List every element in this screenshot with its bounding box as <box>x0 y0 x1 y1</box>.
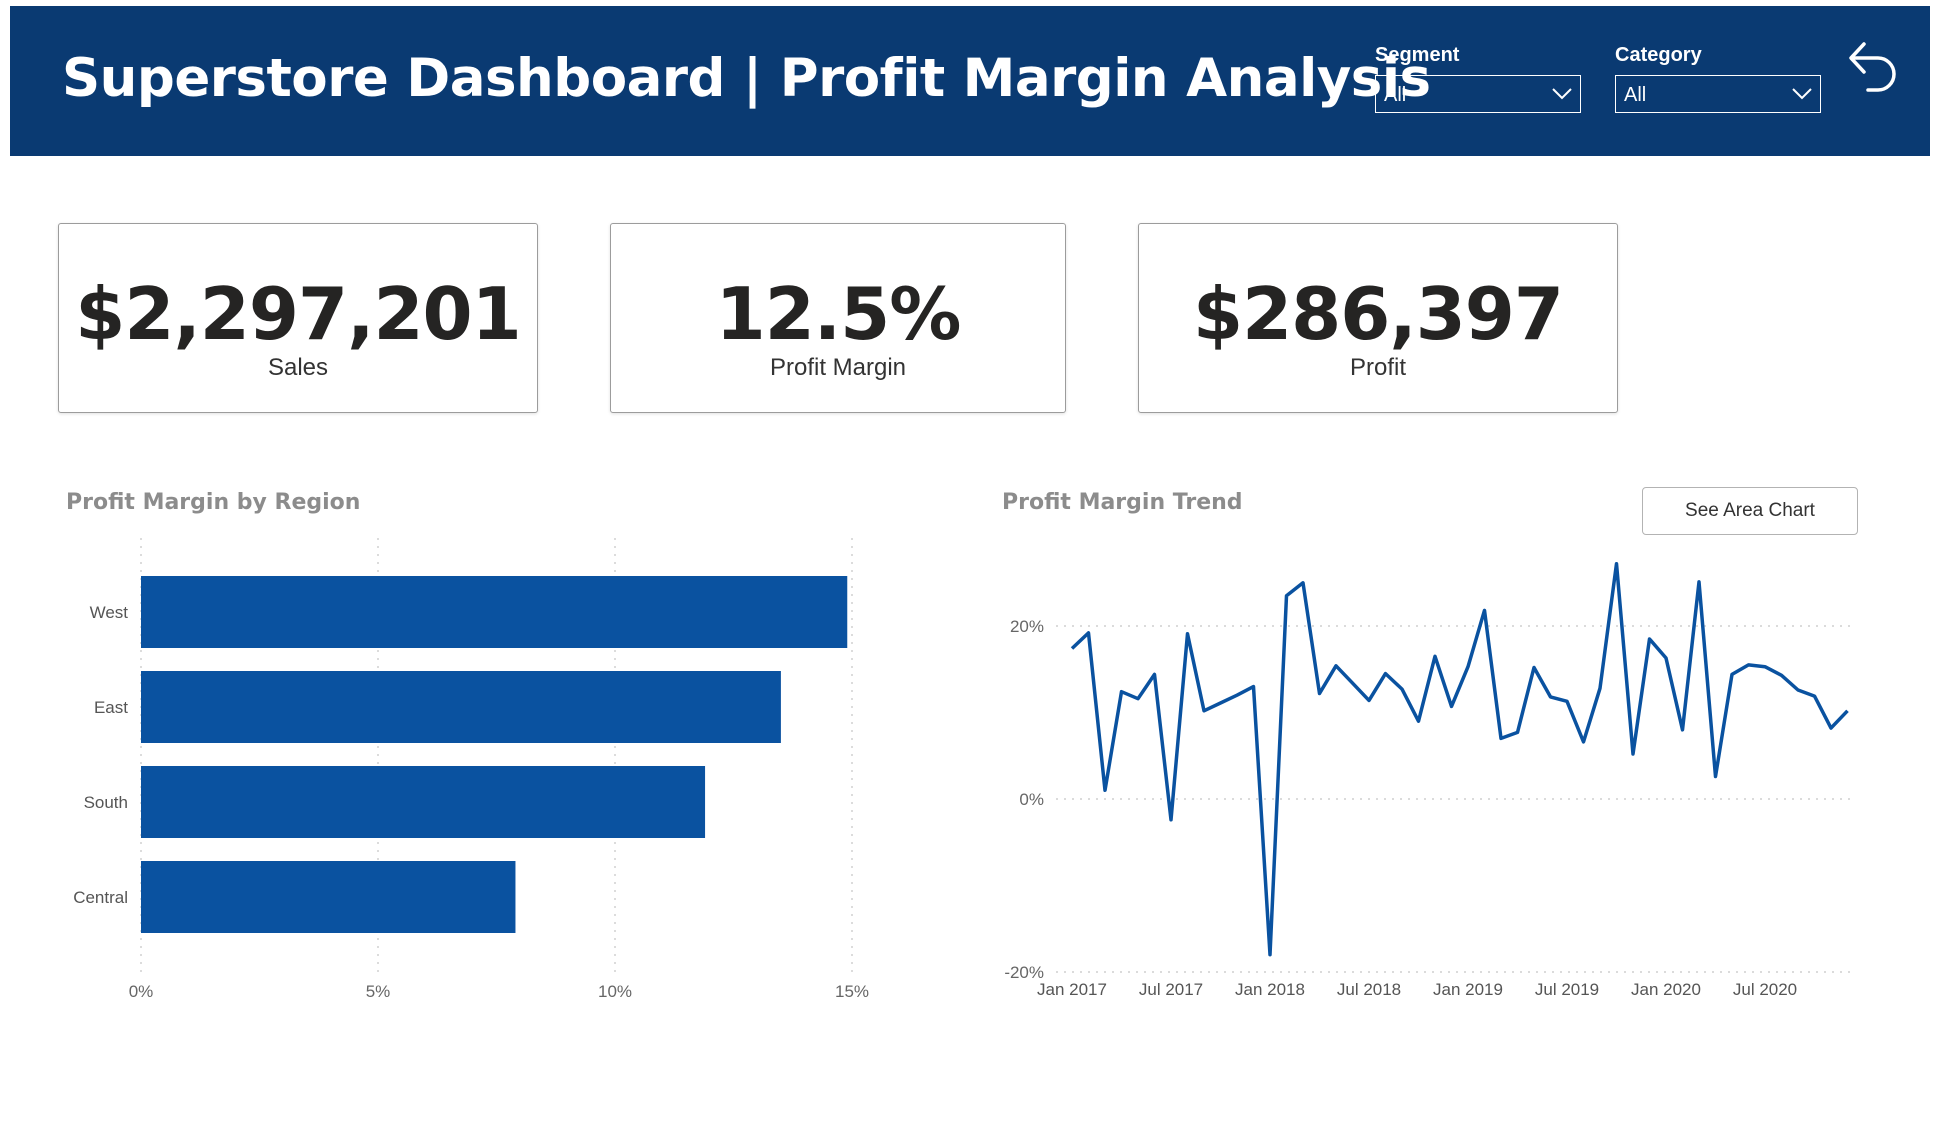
x-tick-label: 5% <box>366 982 391 1001</box>
trend-line-chart: 20%0%-20%Jan 2017 Jul 2017 Jan 2018 Jul 201… <box>1004 561 1856 999</box>
y-tick-label: 0% <box>1019 790 1044 809</box>
profit-margin-series-line <box>1070 561 1849 957</box>
x-tick-label: 0% <box>129 982 154 1001</box>
category-label: West <box>90 603 129 622</box>
category-label: East <box>94 698 128 717</box>
chevron-down-icon <box>1552 88 1572 100</box>
category-label: Central <box>73 888 128 907</box>
region-bar-chart: 0% 5% 10% 15% West East South Central <box>73 538 869 1001</box>
x-tick-label: Jul 2018 <box>1337 980 1401 999</box>
profit-margin-label: Profit Margin <box>769 354 907 381</box>
bar-west <box>141 576 848 648</box>
back-arrow-icon[interactable] <box>1846 36 1900 100</box>
profit-margin-value: 12.5% <box>715 272 962 356</box>
y-tick-label: 20% <box>1010 617 1044 636</box>
x-tick-label: Jul 2020 <box>1733 980 1797 999</box>
x-tick-label: Jan 2020 <box>1631 980 1701 999</box>
see-area-chart-button[interactable]: See Area Chart <box>1642 487 1858 535</box>
segment-dropdown[interactable]: All <box>1375 75 1581 113</box>
profit-value: $286,397 <box>1192 272 1564 356</box>
profit-card: $286,397 Profit <box>1138 223 1618 413</box>
category-dropdown-value: All <box>1624 84 1647 106</box>
x-tick-label: Jul 2017 <box>1139 980 1203 999</box>
x-tick-label: Jan 2017 <box>1037 980 1107 999</box>
category-filter-label: Category <box>1615 44 1702 66</box>
bar-east <box>141 671 781 743</box>
segment-filter-label: Segment <box>1375 44 1460 66</box>
x-tick-label: 15% <box>835 982 869 1001</box>
profit-label: Profit <box>1349 354 1406 381</box>
segment-filter: Segment All <box>1375 44 1581 113</box>
bar-south <box>141 766 706 838</box>
bar-central <box>141 861 516 933</box>
page-title: Superstore Dashboard | Profit Margin Ana… <box>62 48 1431 109</box>
x-tick-label: Jan 2019 <box>1433 980 1503 999</box>
x-tick-label: 10% <box>598 982 632 1001</box>
sales-card: $2,297,201 Sales <box>58 223 538 413</box>
segment-dropdown-value: All <box>1384 84 1407 106</box>
sales-value: $2,297,201 <box>75 272 521 356</box>
category-label: South <box>84 793 128 812</box>
sales-label: Sales <box>267 354 329 381</box>
x-tick-label: Jul 2019 <box>1535 980 1599 999</box>
trend-chart-title: Profit Margin Trend <box>1002 490 1243 515</box>
header-bar: Superstore Dashboard | Profit Margin Ana… <box>10 6 1930 156</box>
x-tick-label: Jan 2018 <box>1235 980 1305 999</box>
region-chart-title: Profit Margin by Region <box>66 490 361 515</box>
chevron-down-icon <box>1792 88 1812 100</box>
category-filter: Category All <box>1615 44 1821 113</box>
category-dropdown[interactable]: All <box>1615 75 1821 113</box>
profit-margin-card: 12.5% Profit Margin <box>610 223 1066 413</box>
